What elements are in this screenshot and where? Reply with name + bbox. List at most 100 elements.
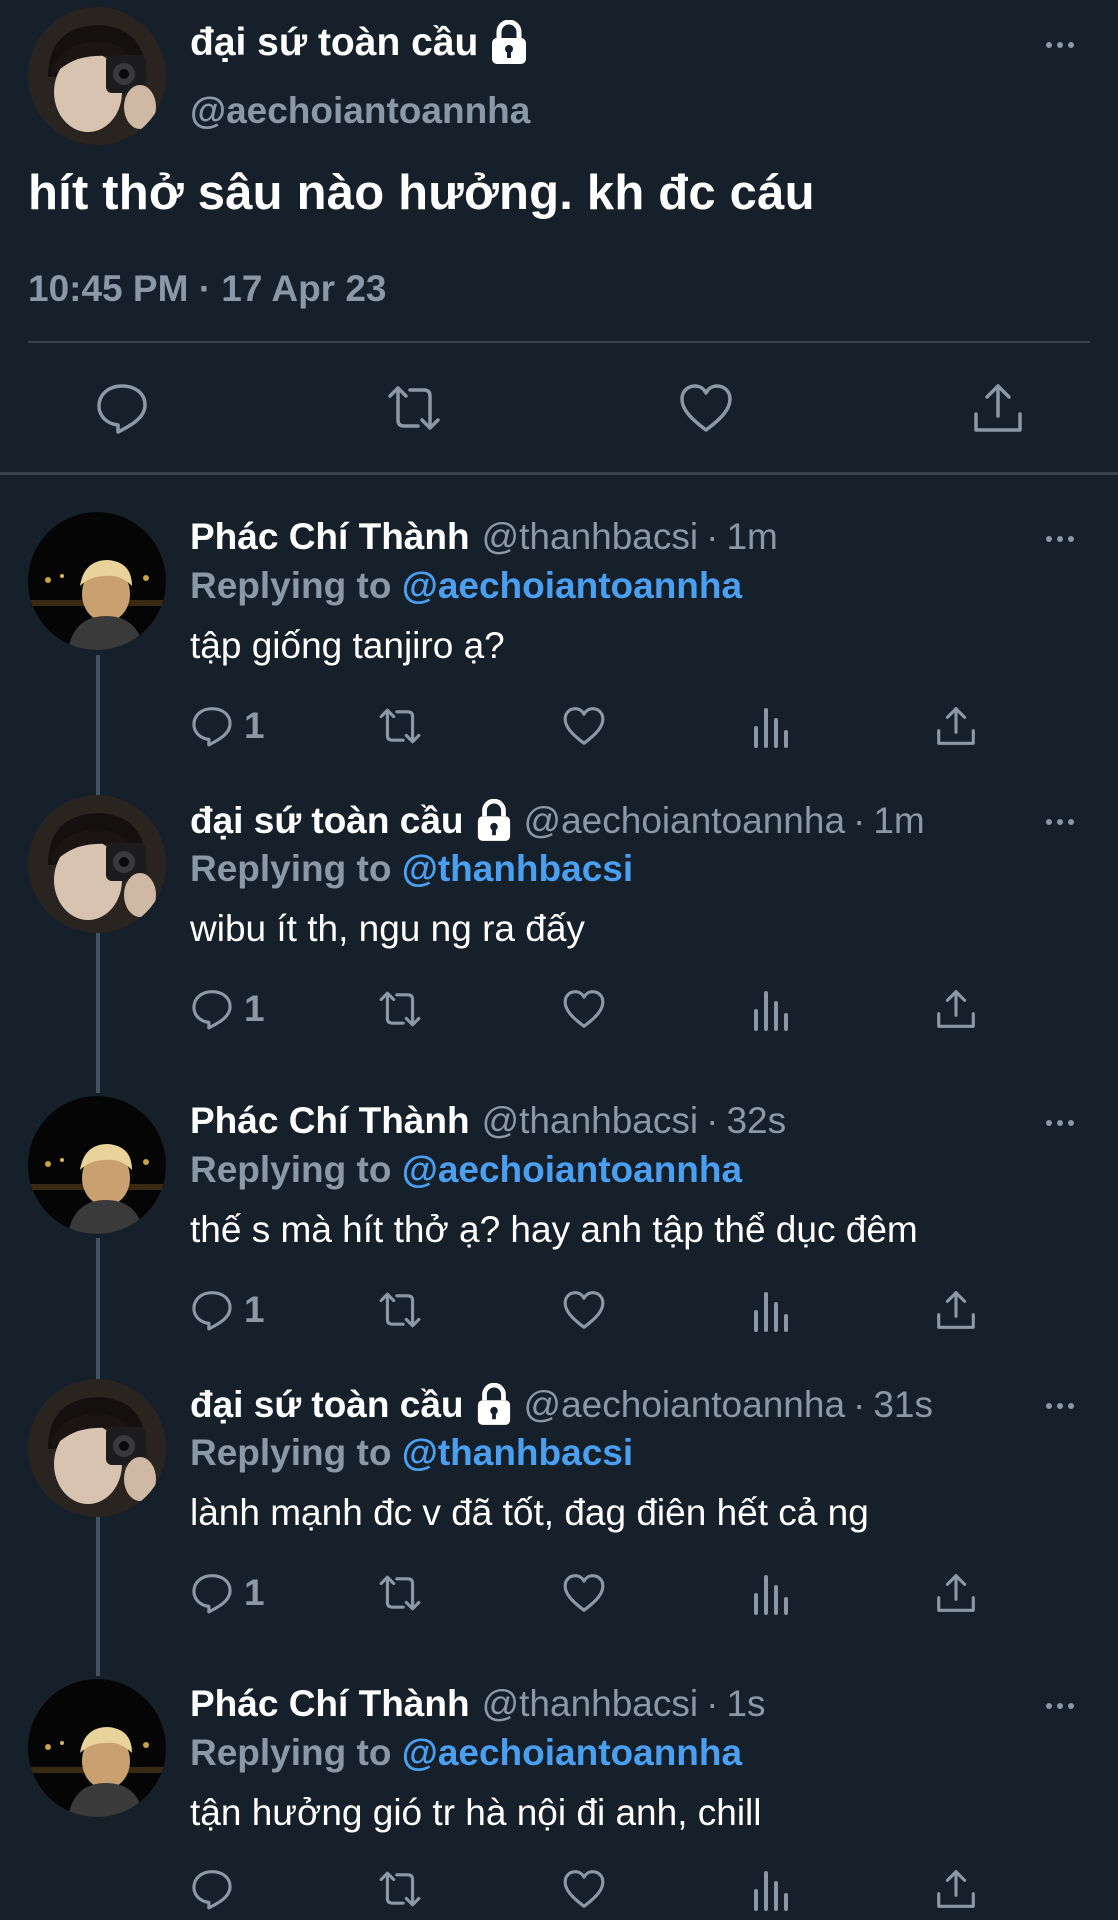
lock-icon	[477, 799, 510, 841]
replying-label: Replying to	[190, 565, 392, 606]
reply-icon	[192, 1291, 232, 1331]
tweet-text: hít thở sâu nào hưởng. kh đc cáu	[28, 166, 815, 220]
retweet-icon[interactable]	[386, 380, 442, 436]
reply-text: thế s mà hít thở ạ? hay anh tập thể dục …	[190, 1209, 918, 1250]
reply-tweet[interactable]: Phác Chí Thành @thanhbacsi · 32s Replyin…	[0, 1096, 1118, 1356]
mention-link[interactable]: @aechoiantoannha	[402, 1732, 742, 1773]
views-icon[interactable]	[750, 1865, 790, 1913]
retweet-icon[interactable]	[376, 985, 424, 1033]
like-icon[interactable]	[678, 380, 734, 436]
lock-icon	[492, 20, 527, 64]
like-icon[interactable]	[562, 1286, 606, 1334]
retweet-icon[interactable]	[376, 1865, 424, 1913]
retweet-icon[interactable]	[376, 1569, 424, 1617]
display-name[interactable]: đại sứ toàn cầu	[190, 20, 528, 66]
retweet-icon[interactable]	[376, 702, 424, 750]
reply-text: tập giống tanjiro ạ?	[190, 625, 505, 666]
handle[interactable]: @thanhbacsi	[482, 1683, 699, 1725]
reply-tweet[interactable]: Phác Chí Thành @thanhbacsi · 1m Replying…	[0, 512, 1118, 772]
reply-header: Phác Chí Thành @thanhbacsi · 1m	[190, 516, 778, 558]
replying-to: Replying to @aechoiantoannha	[190, 1732, 742, 1774]
divider	[28, 341, 1090, 343]
reply-count: 1	[244, 1572, 265, 1613]
reply-time: 1m	[873, 800, 925, 841]
like-icon[interactable]	[562, 702, 606, 750]
share-icon[interactable]	[970, 380, 1026, 436]
avatar[interactable]	[28, 7, 166, 145]
share-icon[interactable]	[934, 1569, 978, 1617]
display-name[interactable]: Phác Chí Thành	[190, 1100, 470, 1142]
timestamp: 10:45 PM · 17 Apr 23	[28, 268, 387, 309]
more-options-icon[interactable]	[1046, 42, 1074, 48]
reply-tweet[interactable]: đại sứ toàn cầu @aechoiantoannha · 1m Re…	[0, 795, 1118, 1055]
reply-tweet[interactable]: Phác Chí Thành @thanhbacsi · 1s Replying…	[0, 1679, 1118, 1920]
views-icon[interactable]	[750, 1569, 790, 1617]
reply-time: 1m	[726, 516, 778, 557]
reply-count: 1	[244, 988, 265, 1029]
display-name[interactable]: đại sứ toàn cầu	[190, 1383, 512, 1427]
reply-button[interactable]: 1	[190, 985, 265, 1033]
more-options-icon[interactable]	[1046, 1703, 1074, 1709]
like-icon[interactable]	[562, 1865, 606, 1913]
reply-button[interactable]	[190, 1865, 244, 1913]
reply-button[interactable]: 1	[190, 1286, 265, 1334]
mention-link[interactable]: @thanhbacsi	[402, 848, 633, 889]
display-name-text: đại sứ toàn cầu	[190, 1384, 464, 1425]
replying-label: Replying to	[190, 1149, 392, 1190]
handle[interactable]: @aechoiantoannha	[524, 800, 846, 842]
more-options-icon[interactable]	[1046, 1120, 1074, 1126]
reply-text: lành mạnh đc v đã tốt, đag điên hết cả n…	[190, 1492, 869, 1533]
share-icon[interactable]	[934, 985, 978, 1033]
replying-to: Replying to @aechoiantoannha	[190, 1149, 742, 1191]
reply-button[interactable]: 1	[190, 702, 265, 750]
more-options-icon[interactable]	[1046, 819, 1074, 825]
display-name[interactable]: Phác Chí Thành	[190, 516, 470, 558]
share-icon[interactable]	[934, 702, 978, 750]
mention-link[interactable]: @thanhbacsi	[402, 1432, 633, 1473]
avatar[interactable]	[28, 1096, 166, 1234]
handle[interactable]: @aechoiantoannha	[524, 1384, 846, 1426]
avatar[interactable]	[28, 512, 166, 650]
reply-header: đại sứ toàn cầu @aechoiantoannha · 1m	[190, 799, 925, 843]
reply-count: 1	[244, 1289, 265, 1330]
handle[interactable]: @thanhbacsi	[482, 1100, 699, 1142]
replying-label: Replying to	[190, 1432, 392, 1473]
mention-link[interactable]: @aechoiantoannha	[402, 1149, 742, 1190]
separator: ·	[706, 1100, 719, 1141]
like-icon[interactable]	[562, 985, 606, 1033]
reply-time: 31s	[873, 1384, 934, 1425]
action-bar	[0, 1865, 1118, 1915]
more-options-icon[interactable]	[1046, 536, 1074, 542]
reply-tweet[interactable]: đại sứ toàn cầu @aechoiantoannha · 31s R…	[0, 1379, 1118, 1639]
avatar[interactable]	[28, 1379, 166, 1517]
retweet-icon[interactable]	[376, 1286, 424, 1334]
handle[interactable]: @thanhbacsi	[482, 516, 699, 558]
action-bar: 1	[0, 1569, 1118, 1619]
separator: ·	[706, 516, 719, 557]
views-icon[interactable]	[750, 702, 790, 750]
reply-header: đại sứ toàn cầu @aechoiantoannha · 31s	[190, 1383, 933, 1427]
replying-label: Replying to	[190, 1732, 392, 1773]
handle[interactable]: @aechoiantoannha	[190, 90, 530, 132]
reply-icon[interactable]	[94, 380, 150, 436]
display-name-text: Phác Chí Thành	[190, 1683, 470, 1724]
reply-text: tận hưởng gió tr hà nội đi anh, chill	[190, 1792, 762, 1833]
share-icon[interactable]	[934, 1865, 978, 1913]
views-icon[interactable]	[750, 1286, 790, 1334]
display-name[interactable]: Phác Chí Thành	[190, 1683, 470, 1725]
mention-link[interactable]: @aechoiantoannha	[402, 565, 742, 606]
more-options-icon[interactable]	[1046, 1403, 1074, 1409]
reply-time: 32s	[726, 1100, 787, 1141]
reply-count: 1	[244, 705, 265, 746]
like-icon[interactable]	[562, 1569, 606, 1617]
display-name[interactable]: đại sứ toàn cầu	[190, 799, 512, 843]
avatar[interactable]	[28, 795, 166, 933]
views-icon[interactable]	[750, 985, 790, 1033]
reply-header: Phác Chí Thành @thanhbacsi · 32s	[190, 1100, 786, 1142]
share-icon[interactable]	[934, 1286, 978, 1334]
replying-to: Replying to @thanhbacsi	[190, 848, 633, 890]
reply-text: wibu ít th, ngu ng ra đấy	[190, 908, 585, 949]
action-bar: 1	[0, 985, 1118, 1035]
reply-button[interactable]: 1	[190, 1569, 265, 1617]
avatar[interactable]	[28, 1679, 166, 1817]
